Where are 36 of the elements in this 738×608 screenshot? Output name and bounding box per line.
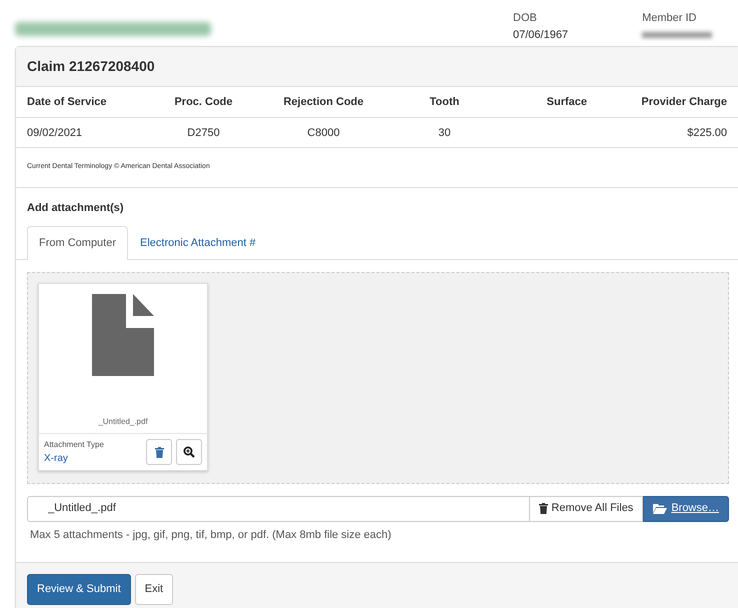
delete-button[interactable] (146, 439, 172, 465)
file-name: _Untitled_.pdf (97, 416, 149, 428)
table-cell: 09/02/2021 (16, 117, 151, 148)
zoom-icon (183, 446, 195, 458)
tab[interactable]: From Computer (27, 226, 128, 260)
column-header: Tooth (391, 87, 498, 117)
folder-icon (653, 503, 668, 514)
file-hint: Max 5 attachments - jpg, gif, png, tif, bmp, or pdf. (Max 8mb file size each) (30, 528, 392, 542)
document-icon (92, 294, 154, 376)
table-cell: 30 (391, 117, 498, 148)
redacted-member-id (642, 32, 712, 38)
section-heading: Add attachment(s) (26, 200, 125, 216)
column-header: Surface (498, 87, 598, 117)
remove-all-button[interactable]: Remove All Files (530, 496, 644, 522)
dob-value: 07/06/1967 (513, 28, 568, 42)
trash-icon (539, 503, 548, 514)
trash-icon (154, 446, 164, 458)
claim-title: Claim 21267208400 (16, 47, 738, 87)
file-field[interactable]: _Untitled_.pdf (27, 496, 530, 522)
column-header: Date of Service (16, 87, 151, 117)
drop-zone[interactable]: _Untitled_.pdf Attachment Type X-ray (27, 272, 729, 484)
column-header: Proc. Code (151, 87, 256, 117)
member-id-label: Member ID (642, 11, 698, 26)
column-header: Rejection Code (256, 87, 391, 117)
column-header: Provider Charge (598, 87, 738, 117)
table-cell: C8000 (256, 117, 391, 148)
type-label: Attachment Type (44, 438, 105, 450)
browse-button[interactable]: Browse… (643, 496, 729, 522)
exit-button[interactable]: Exit (134, 574, 174, 604)
submit-button[interactable]: Review & Submit (27, 574, 131, 604)
type-value[interactable]: X-ray (44, 450, 146, 466)
dob-label: DOB (513, 11, 538, 26)
zoom-button[interactable] (176, 439, 202, 465)
table-cell: $225.00 (598, 117, 738, 148)
table-cell: D2750 (151, 117, 256, 148)
tab[interactable]: Electronic Attachment # (128, 226, 268, 260)
